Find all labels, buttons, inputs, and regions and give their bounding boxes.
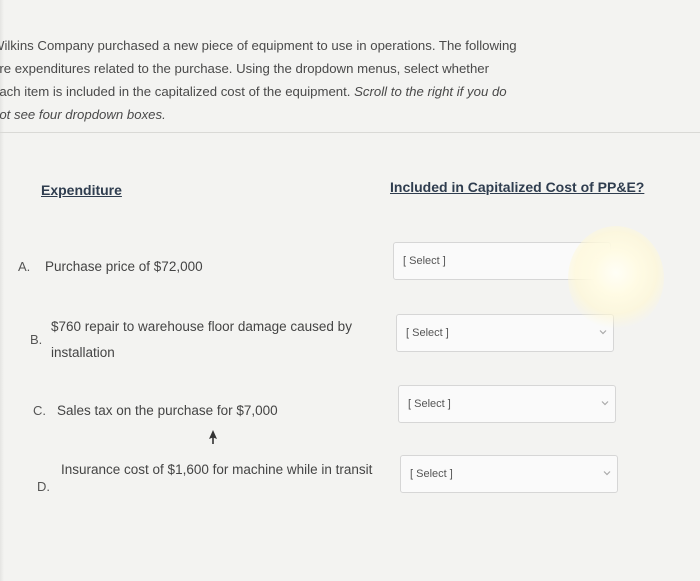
instructions-line-2: are expenditures related to the purchase… bbox=[0, 61, 490, 76]
row-a-expenditure: Purchase price of $72,000 bbox=[45, 259, 203, 274]
question-instructions: Wilkins Company purchased a new piece of… bbox=[0, 34, 698, 126]
row-b-letter: B. bbox=[30, 332, 43, 347]
chevron-down-icon bbox=[596, 258, 604, 263]
row-d-select[interactable]: [ Select ] bbox=[400, 455, 618, 493]
divider bbox=[0, 132, 700, 133]
row-a-letter: A. bbox=[18, 259, 31, 274]
instructions-scroll-hint: Scroll to the right if you do bbox=[354, 84, 507, 99]
included-column-header: Included in Capitalized Cost of PP&E? bbox=[390, 179, 645, 195]
row-d-select-label: [ Select ] bbox=[410, 468, 453, 480]
row-d-expenditure: Insurance cost of $1,600 for machine whi… bbox=[61, 462, 373, 477]
row-a-select-label: [ Select ] bbox=[403, 255, 446, 267]
instructions-scroll-hint-end: not see four dropdown boxes. bbox=[0, 107, 166, 122]
row-c-select[interactable]: [ Select ] bbox=[398, 385, 616, 423]
row-b-select[interactable]: [ Select ] bbox=[396, 314, 614, 352]
instructions-line-1: Wilkins Company purchased a new piece of… bbox=[0, 38, 517, 53]
row-c-letter: C. bbox=[33, 403, 46, 418]
chevron-down-icon bbox=[601, 401, 609, 406]
row-a-select[interactable]: [ Select ] bbox=[393, 242, 611, 280]
row-d-letter: D. bbox=[37, 479, 50, 494]
row-b-select-label: [ Select ] bbox=[406, 327, 449, 339]
chevron-down-icon bbox=[603, 471, 611, 476]
instructions-line-3: each item is included in the capitalized… bbox=[0, 80, 698, 103]
row-c-select-label: [ Select ] bbox=[408, 398, 451, 410]
instructions-line-3-text: each item is included in the capitalized… bbox=[0, 84, 355, 99]
row-c-expenditure: Sales tax on the purchase for $7,000 bbox=[57, 403, 278, 418]
mouse-cursor-icon bbox=[209, 430, 217, 444]
expenditure-column-header: Expenditure bbox=[41, 182, 122, 198]
row-b-expenditure: $760 repair to warehouse floor damage ca… bbox=[51, 319, 352, 360]
chevron-down-icon bbox=[599, 330, 607, 335]
instructions-line-4: not see four dropdown boxes. bbox=[0, 103, 698, 126]
